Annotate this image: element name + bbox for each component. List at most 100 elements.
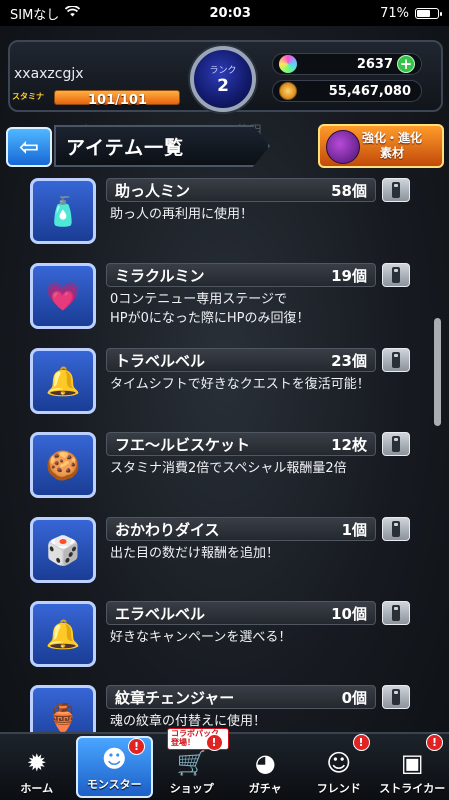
nav-gacha[interactable]: ◕ ガチャ bbox=[229, 734, 303, 800]
item-name: フエ～ルビスケット bbox=[115, 435, 251, 454]
add-orbs-button[interactable]: + bbox=[397, 55, 415, 73]
item-name-bar: ミラクルミン 19個 bbox=[106, 263, 376, 287]
info-icon bbox=[392, 267, 400, 283]
info-icon bbox=[392, 436, 400, 452]
item-description: スタミナ消費2倍でスペシャル報酬量2倍 bbox=[110, 459, 347, 478]
list-scrollbar[interactable] bbox=[434, 318, 441, 426]
list-item[interactable]: 🍪 フエ～ルビスケット 12枚 スタミナ消費2倍でスペシャル報酬量2倍 bbox=[0, 430, 449, 508]
miracle-min-icon: 💗 bbox=[45, 279, 81, 313]
gacha-icon: ◕ bbox=[254, 749, 276, 777]
item-name: エラベルベル bbox=[115, 604, 206, 623]
gold-coin-icon bbox=[279, 82, 297, 100]
info-icon bbox=[392, 689, 400, 705]
travel-bell-icon: 🔔 bbox=[45, 364, 81, 398]
nav-monster[interactable]: ! ☻ モンスター bbox=[75, 736, 153, 798]
item-count: 19個 bbox=[331, 266, 367, 285]
status-bar: SIMなし 20:03 71% bbox=[0, 0, 449, 26]
item-desc-line: HPが0になった際にHPのみ回復！ bbox=[110, 311, 310, 326]
stamina-label: スタミナ bbox=[12, 92, 44, 101]
coin-count: 55,467,080 bbox=[328, 83, 411, 99]
item-name-bar: 助っ人ミン 58個 bbox=[106, 178, 376, 202]
item-name: おかわりダイス bbox=[115, 520, 220, 539]
item-name: トラベルベル bbox=[115, 351, 206, 370]
notification-badge: ! bbox=[128, 738, 145, 755]
notification-badge: ! bbox=[352, 734, 370, 751]
home-icon: ✹ bbox=[26, 749, 47, 777]
evolve-monster-icon bbox=[326, 130, 360, 164]
item-icon-frame: 🎲 bbox=[30, 517, 96, 583]
notification-badge: ! bbox=[426, 734, 443, 751]
evolve-material-button[interactable]: 強化・進化 素材 bbox=[318, 124, 444, 168]
bottom-nav: ✹ ホーム ! ☻ モンスター コラボパック登場！ ! 🛒 ショップ ◕ ガチャ… bbox=[0, 728, 449, 800]
info-icon bbox=[392, 352, 400, 368]
orb-gem-icon bbox=[279, 55, 297, 73]
list-item[interactable]: 🎲 おかわりダイス 1個 出た目の数だけ報酬を追加！ bbox=[0, 515, 449, 593]
list-item[interactable]: 💗 ミラクルミン 19個 0コンテニュー専用ステージで HPが0になった際にHPのみ… bbox=[0, 261, 449, 339]
item-info-button[interactable] bbox=[382, 685, 410, 709]
item-count: 0個 bbox=[341, 688, 367, 707]
item-desc-line: 好きなキャンペーンを選べる！ bbox=[110, 630, 292, 645]
player-name: xxaxzcgjx bbox=[14, 66, 84, 82]
item-icon-frame: 🔔 bbox=[30, 601, 96, 667]
item-count: 23個 bbox=[331, 351, 367, 370]
carrier-label: SIMなし bbox=[10, 7, 60, 23]
item-desc-line: スタミナ消費2倍でスペシャル報酬量2倍 bbox=[110, 461, 347, 476]
rank-orb[interactable]: ランク 2 bbox=[190, 46, 256, 112]
item-info-button[interactable] bbox=[382, 263, 410, 287]
battery-percent: 71% bbox=[380, 5, 409, 21]
page-title-bar: アイテム一覧 bbox=[54, 125, 270, 167]
item-info-button[interactable] bbox=[382, 178, 410, 202]
notification-badge: ! bbox=[205, 734, 223, 751]
wifi-icon bbox=[65, 4, 81, 21]
helper-min-icon: 🧴 bbox=[45, 194, 81, 228]
item-name: 助っ人ミン bbox=[115, 181, 191, 200]
item-info-button[interactable] bbox=[382, 432, 410, 456]
item-name: 紋章チェンジャー bbox=[115, 688, 235, 707]
back-arrow-icon: ⇦ bbox=[18, 133, 40, 161]
info-icon bbox=[392, 605, 400, 621]
coin-counter: 55,467,080 bbox=[272, 80, 422, 102]
back-button[interactable]: ⇦ bbox=[6, 127, 52, 167]
item-name: ミラクルミン bbox=[115, 266, 205, 285]
friend-icon: ☺ bbox=[326, 749, 352, 777]
item-desc-line: 0コンテニュー専用ステージで bbox=[110, 292, 288, 307]
nav-label: モンスター bbox=[86, 778, 142, 791]
list-item[interactable]: 🔔 トラベルベル 23個 タイムシフトで好きなクエストを復活可能！ bbox=[0, 346, 449, 424]
item-info-button[interactable] bbox=[382, 601, 410, 625]
item-count: 1個 bbox=[341, 520, 367, 539]
item-count: 12枚 bbox=[331, 435, 367, 454]
item-description: 出た目の数だけ報酬を追加！ bbox=[110, 544, 279, 563]
nav-striker[interactable]: ! ▣ ストライカー bbox=[376, 734, 449, 800]
item-description: 助っ人の再利用に使用！ bbox=[110, 205, 253, 224]
evolve-label-line2: 素材 bbox=[380, 146, 405, 160]
list-item[interactable]: 🔔 エラベルベル 10個 好きなキャンペーンを選べる！ bbox=[0, 599, 449, 677]
item-icon-frame: 💗 bbox=[30, 263, 96, 329]
item-desc-line: タイムシフトで好きなクエストを復活可能！ bbox=[110, 377, 370, 392]
nav-shop[interactable]: コラボパック登場！ ! 🛒 ショップ bbox=[155, 728, 229, 800]
nav-friend[interactable]: ! ☺ フレンド bbox=[302, 734, 376, 800]
item-name-bar: エラベルベル 10個 bbox=[106, 601, 376, 625]
nav-home[interactable]: ✹ ホーム bbox=[0, 734, 74, 800]
item-icon-frame: 🔔 bbox=[30, 348, 96, 414]
status-right: 71% bbox=[380, 5, 442, 21]
status-left: SIMなし bbox=[10, 4, 81, 23]
battery-icon bbox=[414, 7, 442, 19]
item-info-button[interactable] bbox=[382, 348, 410, 372]
stamina-value: 101/101 bbox=[88, 93, 148, 108]
info-icon bbox=[392, 521, 400, 537]
clock-time: 20:03 bbox=[209, 5, 251, 21]
orb-counter: 2637 + bbox=[272, 53, 422, 75]
nav-label: ショップ bbox=[169, 782, 214, 795]
page-title: アイテム一覧 bbox=[66, 136, 185, 159]
item-name-bar: おかわりダイス 1個 bbox=[106, 517, 376, 541]
nav-label: ホーム bbox=[20, 782, 54, 795]
rank-label: ランク bbox=[209, 65, 237, 76]
nav-label: ストライカー bbox=[379, 782, 446, 795]
item-info-button[interactable] bbox=[382, 517, 410, 541]
item-desc-line: 出た目の数だけ報酬を追加！ bbox=[110, 546, 280, 561]
item-icon-frame: 🧴 bbox=[30, 178, 96, 244]
item-count: 58個 bbox=[331, 181, 367, 200]
list-item[interactable]: 🧴 助っ人ミン 58個 助っ人の再利用に使用！ bbox=[0, 176, 449, 254]
nav-label: フレンド bbox=[316, 782, 361, 795]
item-description: タイムシフトで好きなクエストを復活可能！ bbox=[110, 375, 370, 394]
